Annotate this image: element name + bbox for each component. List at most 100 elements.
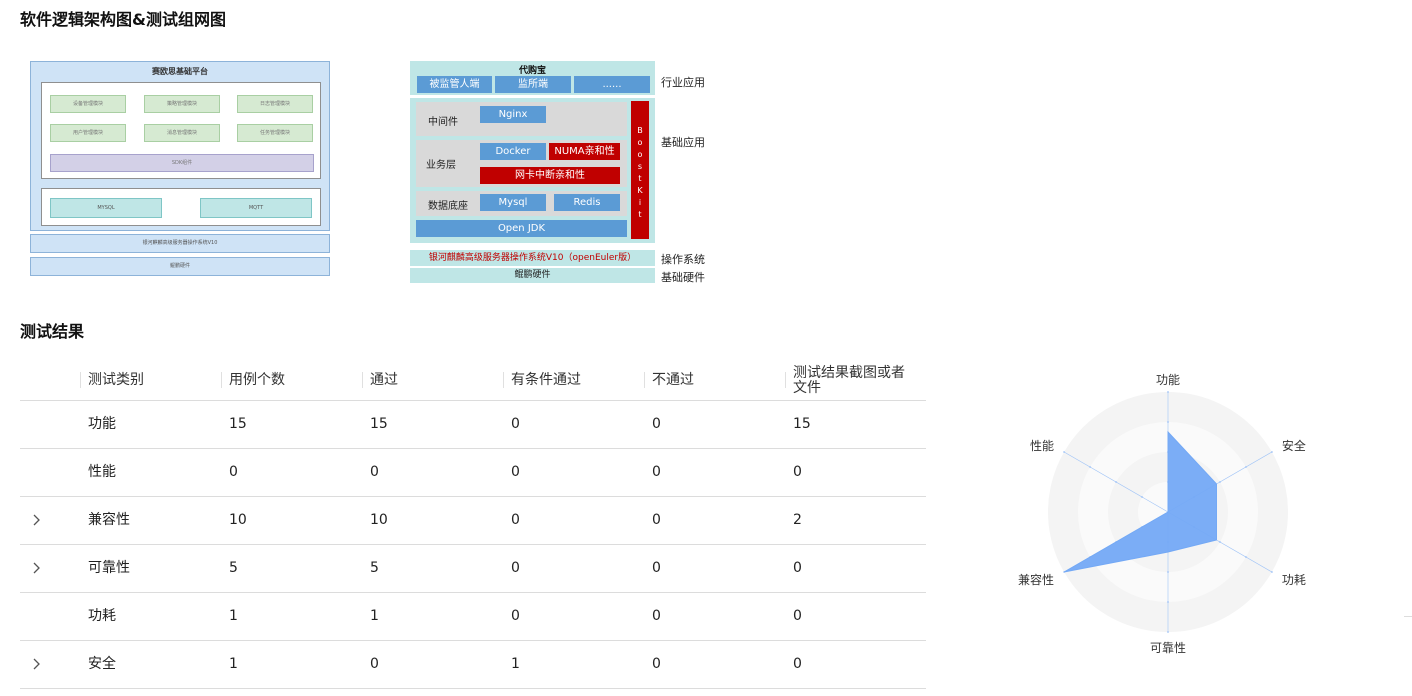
cell-category: 安全: [88, 656, 116, 672]
app-item-prison: 监所端: [495, 76, 571, 93]
table-row: 功能 15 15 0 0 15: [20, 401, 926, 449]
radar-indicator-label: 功耗: [1282, 573, 1306, 587]
middleware-row: 中间件 Nginx: [416, 102, 627, 136]
cell-passed: 0: [370, 656, 379, 672]
cell-failed: 0: [652, 512, 661, 528]
cell-conditional: 0: [511, 512, 520, 528]
app-title: 代购宝: [518, 66, 546, 76]
middleware-label: 中间件: [428, 117, 458, 128]
nic-affinity-box: 网卡中断亲和性: [480, 167, 620, 184]
expand-chevron-icon[interactable]: [28, 512, 44, 528]
header-category: 测试类别: [80, 360, 208, 401]
cell-conditional: 0: [511, 608, 520, 624]
header-failed: 不通过: [644, 360, 772, 401]
cell-cases: 1: [229, 608, 238, 624]
mysql-box: MYSQL: [50, 198, 162, 218]
radar-axis-tick: [1063, 451, 1065, 453]
radar-axis-tick: [1167, 631, 1169, 633]
cell-category: 兼容性: [88, 512, 130, 528]
cell-cases: 5: [229, 560, 238, 576]
table-row[interactable]: 安全 1 0 1 0 0: [20, 641, 926, 689]
app-item-more: ......: [574, 76, 650, 93]
scroll-indicator[interactable]: [1404, 616, 1412, 617]
openjdk-box: Open JDK: [416, 220, 627, 237]
side-label-hardware: 基础硬件: [661, 271, 705, 284]
header-cases: 用例个数: [221, 360, 349, 401]
database-group: MYSQL MQTT: [41, 188, 321, 226]
basic-app-layer: 中间件 Nginx 业务层 Docker NUMA亲和性 网卡中断亲和性 数据底…: [410, 98, 655, 243]
database-row: 数据底座 Mysql Redis: [416, 191, 627, 216]
table-row[interactable]: 可靠性 5 5 0 0 0: [20, 545, 926, 593]
cell-failed: 0: [652, 560, 661, 576]
radar-axis-tick: [1167, 391, 1169, 393]
boostkit-letter: t: [638, 174, 642, 183]
cell-failed: 0: [652, 656, 661, 672]
cell-conditional: 0: [511, 464, 520, 480]
cell-passed: 15: [370, 416, 388, 432]
module-message-mgmt: 消息管理模块: [144, 124, 220, 142]
cell-passed: 1: [370, 608, 379, 624]
results-title: 测试结果: [20, 322, 85, 341]
software-architecture-diagram: 赛欧思基础平台 设备管理模块 策略管理模块 日志管理模块 用户管理模块 消息管理…: [30, 61, 330, 277]
cell-files: 0: [793, 656, 802, 672]
radar-indicator-label: 兼容性: [1018, 572, 1054, 587]
expand-chevron-icon[interactable]: [28, 560, 44, 576]
module-task-mgmt: 任务管理模块: [237, 124, 313, 142]
radar-axis-tick: [1115, 481, 1117, 483]
module-log-mgmt: 日志管理模块: [237, 95, 313, 113]
cell-files: 0: [793, 464, 802, 480]
cell-cases: 1: [229, 656, 238, 672]
expand-chevron-icon[interactable]: [28, 656, 44, 672]
app-item-supervised: 被监管人端: [417, 76, 492, 93]
redis-box: Redis: [554, 194, 620, 211]
sdk-component: SDK组件: [50, 154, 314, 172]
cell-passed: 10: [370, 512, 388, 528]
boostkit-letter: K: [637, 186, 643, 195]
module-user-mgmt: 用户管理模块: [50, 124, 126, 142]
business-label: 业务层: [426, 160, 456, 171]
module-group: 设备管理模块 策略管理模块 日志管理模块 用户管理模块 消息管理模块 任务管理模…: [41, 82, 321, 179]
cell-category: 功能: [88, 416, 116, 432]
cell-failed: 0: [652, 464, 661, 480]
hardware-bar: 鲲鹏硬件: [30, 257, 330, 276]
radar-indicator-label: 安全: [1282, 438, 1306, 453]
radar-chart: 功能 安全 功耗 可靠性 兼容性 性能: [1000, 360, 1336, 660]
radar-axis-tick: [1141, 496, 1143, 498]
side-label-industry: 行业应用: [661, 76, 705, 89]
header-files: 测试结果截图或者文件: [785, 360, 913, 401]
cell-files: 0: [793, 608, 802, 624]
radar-indicator-label: 性能: [1030, 439, 1054, 453]
mqtt-box: MQTT: [200, 198, 312, 218]
radar-indicator-label: 功能: [1156, 373, 1180, 387]
cell-cases: 10: [229, 512, 247, 528]
cell-files: 15: [793, 416, 811, 432]
business-row: 业务层 Docker NUMA亲和性 网卡中断亲和性: [416, 140, 627, 187]
radar-axis-tick: [1245, 556, 1247, 558]
boostkit-letter: s: [637, 162, 643, 171]
cell-category: 性能: [88, 464, 116, 480]
cell-conditional: 1: [511, 656, 520, 672]
docker-box: Docker: [480, 143, 546, 160]
radar-axis-tick: [1271, 451, 1273, 453]
os-bar: 银河麒麟高级服务器操作系统V10: [30, 234, 330, 253]
module-device-mgmt: 设备管理模块: [50, 95, 126, 113]
cell-category: 可靠性: [88, 560, 130, 576]
table-row[interactable]: 兼容性 10 10 0 0 2: [20, 497, 926, 545]
cell-passed: 5: [370, 560, 379, 576]
cell-failed: 0: [652, 416, 661, 432]
platform-title: 赛欧思基础平台: [152, 67, 208, 76]
architecture-title: 软件逻辑架构图&测试组网图: [20, 10, 226, 29]
boostkit-letter: i: [638, 198, 642, 207]
hardware-layer: 鲲鹏硬件: [410, 268, 655, 283]
cell-cases: 0: [229, 464, 238, 480]
database-label: 数据底座: [428, 201, 468, 212]
cell-passed: 0: [370, 464, 379, 480]
boostkit-letter: o: [637, 150, 643, 159]
boostkit-letter: t: [638, 210, 642, 219]
table-header: 测试类别 用例个数 通过 有条件通过 不通过 测试结果截图或者文件: [20, 360, 926, 401]
cell-category: 功耗: [88, 608, 116, 624]
radar-axis-tick: [1245, 466, 1247, 468]
boostkit-box: B o o s t K i t: [631, 101, 649, 239]
table-body: 功能 15 15 0 0 15 性能 0 0 0 0 0 兼容性 10 10 0 0 2 可靠性 5 5 0 0 0 功耗 1 1 0…: [20, 401, 926, 689]
radar-axis-tick: [1167, 421, 1169, 423]
